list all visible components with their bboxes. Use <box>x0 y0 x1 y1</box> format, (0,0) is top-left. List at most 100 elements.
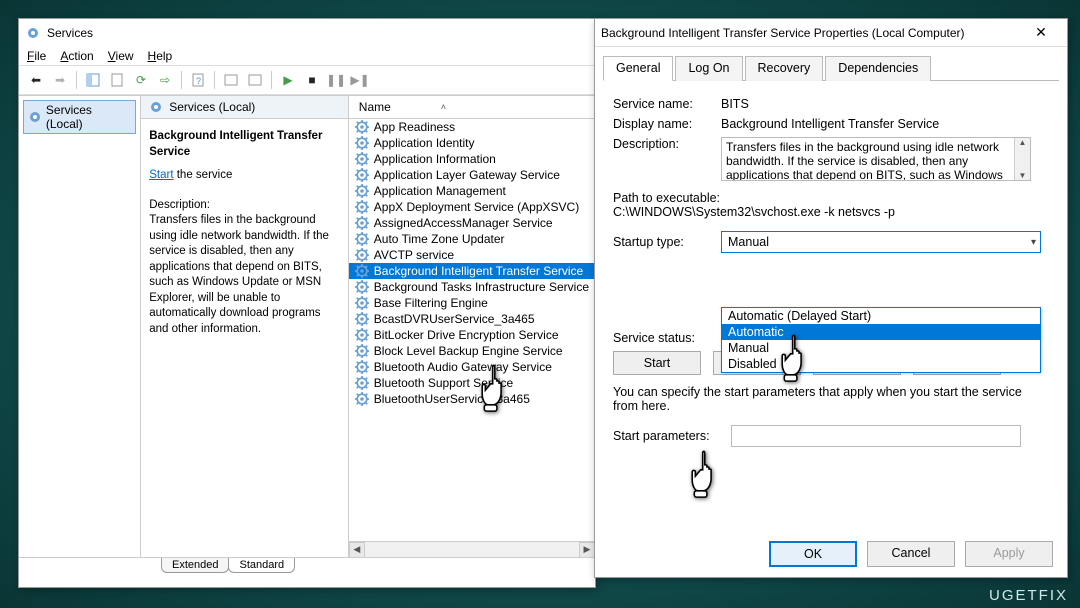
show-hide-button[interactable] <box>82 69 104 91</box>
toolbar: ⬅ ➡ ⟳ ⇨ ? ▶ ■ ❚❚ ▶❚ <box>19 65 595 95</box>
menubar: File Action View Help <box>19 47 595 65</box>
tab-dependencies[interactable]: Dependencies <box>825 56 931 81</box>
dropdown-option[interactable]: Automatic <box>722 324 1040 340</box>
list-item[interactable]: AppX Deployment Service (AppXSVC) <box>349 199 595 215</box>
props2-button[interactable] <box>220 69 242 91</box>
back-button[interactable]: ⬅ <box>25 69 47 91</box>
tab-logon[interactable]: Log On <box>675 56 742 81</box>
list-item[interactable]: App Readiness <box>349 119 595 135</box>
service-name: Background Intelligent Transfer Service <box>374 264 583 278</box>
service-name: Application Information <box>374 152 496 166</box>
list-item[interactable]: Block Level Backup Engine Service <box>349 343 595 359</box>
menu-action[interactable]: Action <box>60 49 93 63</box>
tree-root-item[interactable]: Services (Local) <box>23 100 136 134</box>
menu-help[interactable]: Help <box>148 49 173 63</box>
scroll-right-icon[interactable]: ▶ <box>579 542 595 558</box>
description-label: Description: <box>149 198 340 214</box>
column-label: Name <box>359 100 391 114</box>
props3-button[interactable] <box>244 69 266 91</box>
help-button[interactable]: ? <box>187 69 209 91</box>
list-item[interactable]: Base Filtering Engine <box>349 295 595 311</box>
chevron-down-icon: ▾ <box>1031 237 1036 248</box>
dialog-footer: OK Cancel Apply <box>769 541 1053 567</box>
list-item[interactable]: Bluetooth Audio Gateway Service <box>349 359 595 375</box>
restart-service-button[interactable]: ▶❚ <box>349 69 371 91</box>
service-name: AssignedAccessManager Service <box>374 216 553 230</box>
service-name: Block Level Backup Engine Service <box>374 344 563 358</box>
list-item[interactable]: Application Management <box>349 183 595 199</box>
tab-extended[interactable]: Extended <box>161 558 229 573</box>
list-item[interactable]: AVCTP service <box>349 247 595 263</box>
list-item[interactable]: Application Identity <box>349 135 595 151</box>
svg-text:?: ? <box>196 76 201 86</box>
list-item[interactable]: Background Tasks Infrastructure Service <box>349 279 595 295</box>
dropdown-option[interactable]: Disabled <box>722 356 1040 372</box>
service-name: BitLocker Drive Encryption Service <box>374 328 559 342</box>
properties-dialog: Background Intelligent Transfer Service … <box>594 18 1068 578</box>
tab-recovery[interactable]: Recovery <box>745 56 824 81</box>
start-suffix: the service <box>174 169 233 181</box>
tab-general[interactable]: General <box>603 56 673 81</box>
menu-view[interactable]: View <box>108 49 134 63</box>
dropdown-option[interactable]: Manual <box>722 340 1040 356</box>
services-list[interactable]: App ReadinessApplication IdentityApplica… <box>349 119 595 541</box>
apply-button[interactable]: Apply <box>965 541 1053 567</box>
gear-icon <box>25 25 41 41</box>
start-service-link[interactable]: Start <box>149 169 173 181</box>
console-tree: Services (Local) <box>19 96 141 557</box>
service-name: Bluetooth Support Service <box>374 376 513 390</box>
forward-button[interactable]: ➡ <box>49 69 71 91</box>
service-name: AVCTP service <box>374 248 454 262</box>
pause-service-button[interactable]: ❚❚ <box>325 69 347 91</box>
list-item[interactable]: Background Intelligent Transfer Service <box>349 263 595 279</box>
services-titlebar[interactable]: Services <box>19 19 595 47</box>
service-name: BcastDVRUserService_3a465 <box>374 312 535 326</box>
startup-type-dropdown[interactable]: Automatic (Delayed Start)AutomaticManual… <box>721 307 1041 373</box>
service-name: Bluetooth Audio Gateway Service <box>374 360 552 374</box>
list-item[interactable]: Bluetooth Support Service <box>349 375 595 391</box>
list-item[interactable]: AssignedAccessManager Service <box>349 215 595 231</box>
watermark: UGETFIX <box>989 587 1068 604</box>
list-item[interactable]: BluetoothUserService_3a465 <box>349 391 595 407</box>
details-pane: Services (Local) Background Intelligent … <box>141 96 349 557</box>
path-label: Path to executable: <box>613 191 1049 205</box>
refresh-button[interactable]: ⟳ <box>130 69 152 91</box>
ok-button[interactable]: OK <box>769 541 857 567</box>
dropdown-option[interactable]: Automatic (Delayed Start) <box>722 308 1040 324</box>
description-text: Transfers files in the background using … <box>149 213 340 337</box>
list-item[interactable]: BitLocker Drive Encryption Service <box>349 327 595 343</box>
service-name: BluetoothUserService_3a465 <box>374 392 530 406</box>
close-button[interactable]: ✕ <box>1021 24 1061 41</box>
service-name: AppX Deployment Service (AppXSVC) <box>374 200 579 214</box>
service-name: Base Filtering Engine <box>374 296 488 310</box>
start-service-button[interactable]: ▶ <box>277 69 299 91</box>
list-item[interactable]: Auto Time Zone Updater <box>349 231 595 247</box>
scroll-left-icon[interactable]: ◀ <box>349 542 365 558</box>
properties-button[interactable] <box>106 69 128 91</box>
stop-service-button[interactable]: ■ <box>301 69 323 91</box>
path-value: C:\WINDOWS\System32\svchost.exe -k netsv… <box>613 205 1049 219</box>
export-button[interactable]: ⇨ <box>154 69 176 91</box>
cancel-button[interactable]: Cancel <box>867 541 955 567</box>
description-box[interactable]: Transfers files in the background using … <box>721 137 1031 181</box>
description-value: Transfers files in the background using … <box>726 140 1003 181</box>
column-header-name[interactable]: Name ˄ <box>349 96 595 119</box>
start-parameters-input[interactable] <box>731 425 1021 447</box>
view-tabs: Extended Standard <box>19 557 595 579</box>
tab-standard[interactable]: Standard <box>228 558 295 573</box>
list-item[interactable]: Application Information <box>349 151 595 167</box>
services-window: Services File Action View Help ⬅ ➡ ⟳ ⇨ ?… <box>18 18 596 588</box>
services-list-pane: Name ˄ App ReadinessApplication Identity… <box>349 96 595 557</box>
details-header: Services (Local) <box>141 96 348 119</box>
dialog-titlebar[interactable]: Background Intelligent Transfer Service … <box>595 19 1067 47</box>
description-label: Description: <box>613 137 721 151</box>
start-button[interactable]: Start <box>613 351 701 375</box>
startup-type-combo[interactable]: Manual ▾ <box>721 231 1041 253</box>
horizontal-scrollbar[interactable]: ◀ ▶ <box>349 541 595 557</box>
list-item[interactable]: BcastDVRUserService_3a465 <box>349 311 595 327</box>
list-item[interactable]: Application Layer Gateway Service <box>349 167 595 183</box>
service-status-label: Service status: <box>613 331 721 345</box>
start-params-hint: You can specify the start parameters tha… <box>613 385 1049 413</box>
description-scrollbar[interactable]: ▲▼ <box>1014 138 1030 180</box>
menu-file[interactable]: File <box>27 49 46 63</box>
